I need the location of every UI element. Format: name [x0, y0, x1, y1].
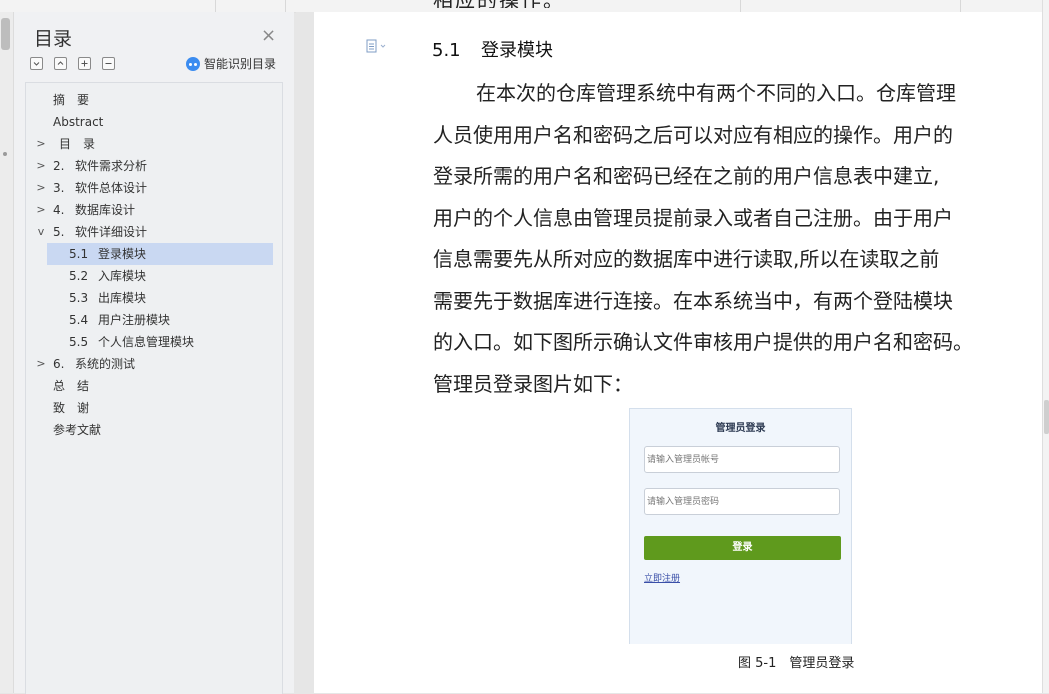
toc-item-number: 5. [53, 225, 65, 239]
previous-page-text: 相应的操作。 [433, 0, 583, 8]
toc-item-label: 摘 要 [53, 93, 90, 107]
nav-title: 目录 [34, 28, 73, 50]
paragraph-line: 需要先于数据库进行连接。在本系统当中，有两个登陆模块 [433, 289, 953, 313]
right-scroll-track[interactable] [1042, 0, 1049, 693]
toc-item-thanks[interactable]: 致 谢 [26, 397, 282, 419]
paragraph-line: 管理员登录图片如下： [433, 372, 633, 396]
section-heading: 5.1 登录模块 [432, 36, 553, 62]
admin-login-figure[interactable]: 管理员登录 请输入管理员帐号 请输入管理员密码 登录 立即注册 [629, 408, 852, 644]
paragraph-line: 在本次的仓库管理系统中有两个不同的入口。仓库管理 [476, 81, 956, 105]
chevron-right-icon[interactable]: > [36, 177, 46, 199]
toc-item-number: 2. [53, 159, 65, 173]
toc-item-label: 入库模块 [98, 269, 147, 283]
left-gutter [0, 12, 14, 693]
toc-item-chapter-3[interactable]: > 3. 软件总体设计 [26, 177, 282, 199]
toc-item-number: 5.4 [69, 313, 89, 327]
pane-resize-handle[interactable] [1, 18, 10, 50]
toc-item-label: 系统的测试 [75, 357, 136, 371]
paragraph-line: 用户的个人信息由管理员提前录入或者自己注册。由于用户 [433, 206, 953, 230]
figure-caption: 图 5-1 管理员登录 [738, 656, 855, 671]
toc-item-label: 致 谢 [53, 401, 90, 415]
toc-item-5-1[interactable]: 5.1 登录模块 [26, 243, 282, 265]
chevron-right-icon[interactable]: > [36, 133, 46, 155]
toc-item-number: 5.3 [69, 291, 89, 305]
toc-item-5-4[interactable]: 5.4 用户注册模块 [26, 309, 282, 331]
smart-toc-label: 智能识别目录 [204, 57, 277, 71]
toc-item-number: 5.2 [69, 269, 89, 283]
toc-item-label: 软件总体设计 [75, 181, 148, 195]
remove-icon[interactable] [102, 57, 115, 70]
ruler-tick [285, 0, 286, 12]
ai-assistant-icon [186, 56, 200, 71]
toc-item-label: 个人信息管理模块 [98, 335, 195, 349]
toc-item-label: Abstract [53, 115, 104, 129]
toc-item-label: 用户注册模块 [98, 313, 171, 327]
document-outline-icon[interactable] [366, 39, 388, 56]
paragraph-line: 人员使用用户名和密码之后可以对应有相应的操作。用户的 [433, 123, 953, 147]
section-number: 5.1 [432, 40, 461, 61]
ruler-tick [740, 0, 741, 12]
toc-item-5-5[interactable]: 5.5 个人信息管理模块 [26, 331, 282, 353]
toc-item-number: 6. [53, 357, 65, 371]
toc-item-number: 5.1 [69, 247, 89, 261]
collapse-all-icon[interactable] [30, 57, 43, 70]
toc-item-abstract-en[interactable]: Abstract [26, 111, 282, 133]
toc-item-chapter-6[interactable]: > 6. 系统的测试 [26, 353, 282, 375]
chevron-right-icon[interactable]: > [36, 155, 46, 177]
toc-item-contents[interactable]: > 目 录 [26, 133, 282, 155]
scrollbar-thumb[interactable] [1044, 400, 1049, 434]
ruler-tick [215, 0, 216, 12]
figure-account-field: 请输入管理员帐号 [644, 446, 840, 473]
toc-item-label: 目 录 [59, 137, 96, 151]
expand-one-icon[interactable] [54, 57, 67, 70]
toc-item-label: 软件需求分析 [75, 159, 148, 173]
paragraph-line: 信息需要先从所对应的数据库中进行读取,所以在读取之前 [433, 247, 940, 271]
paragraph-line: 登录所需的用户名和密码已经在之前的用户信息表中建立, [433, 164, 940, 188]
gutter-marker [3, 152, 7, 156]
toc-item-label: 数据库设计 [75, 203, 136, 217]
ruler-tick [960, 0, 961, 12]
toc-item-number: 3. [53, 181, 65, 195]
toc-item-number: 5.5 [69, 335, 89, 349]
toc-item-label: 软件详细设计 [75, 225, 148, 239]
toc-item-abstract-cn[interactable]: 摘 要 [26, 89, 282, 111]
toc-item-references[interactable]: 参考文献 [26, 419, 282, 441]
smart-toc-button[interactable]: 智能识别目录 [186, 55, 276, 72]
toc-item-label: 总 结 [53, 379, 90, 393]
toc-item-label: 参考文献 [53, 423, 102, 437]
toc-item-chapter-5[interactable]: v 5. 软件详细设计 [26, 221, 282, 243]
toc-item-number: 4. [53, 203, 65, 217]
chevron-right-icon[interactable]: > [36, 353, 46, 375]
section-title: 登录模块 [481, 40, 553, 61]
close-icon[interactable]: × [261, 26, 276, 46]
toc-item-5-2[interactable]: 5.2 入库模块 [26, 265, 282, 287]
toc-list: 摘 要 Abstract > 目 录 > 2. 软件需求分析 > 3. 软件总体… [25, 82, 283, 694]
figure-register-link: 立即注册 [644, 574, 681, 584]
add-icon[interactable] [78, 57, 91, 70]
figure-password-field: 请输入管理员密码 [644, 488, 840, 515]
figure-login-button: 登录 [644, 536, 841, 560]
toc-item-summary[interactable]: 总 结 [26, 375, 282, 397]
toc-item-chapter-4[interactable]: > 4. 数据库设计 [26, 199, 282, 221]
previous-line-text: 相应的操作。 [433, 0, 583, 8]
toc-item-label: 出库模块 [98, 291, 147, 305]
paragraph-line: 的入口。如下图所示确认文件审核用户提供的用户名和密码。 [433, 330, 973, 354]
toc-navigation-pane: 目录 × 智能识别目录 摘 要 Abstract > 目 录 > 2. 软件需求… [14, 12, 294, 694]
toc-item-5-3[interactable]: 5.3 出库模块 [26, 287, 282, 309]
toc-item-chapter-2[interactable]: > 2. 软件需求分析 [26, 155, 282, 177]
toc-item-label: 登录模块 [98, 247, 147, 261]
chevron-down-icon[interactable]: v [36, 221, 46, 243]
chevron-right-icon[interactable]: > [36, 199, 46, 221]
figure-login-title: 管理员登录 [715, 423, 766, 434]
